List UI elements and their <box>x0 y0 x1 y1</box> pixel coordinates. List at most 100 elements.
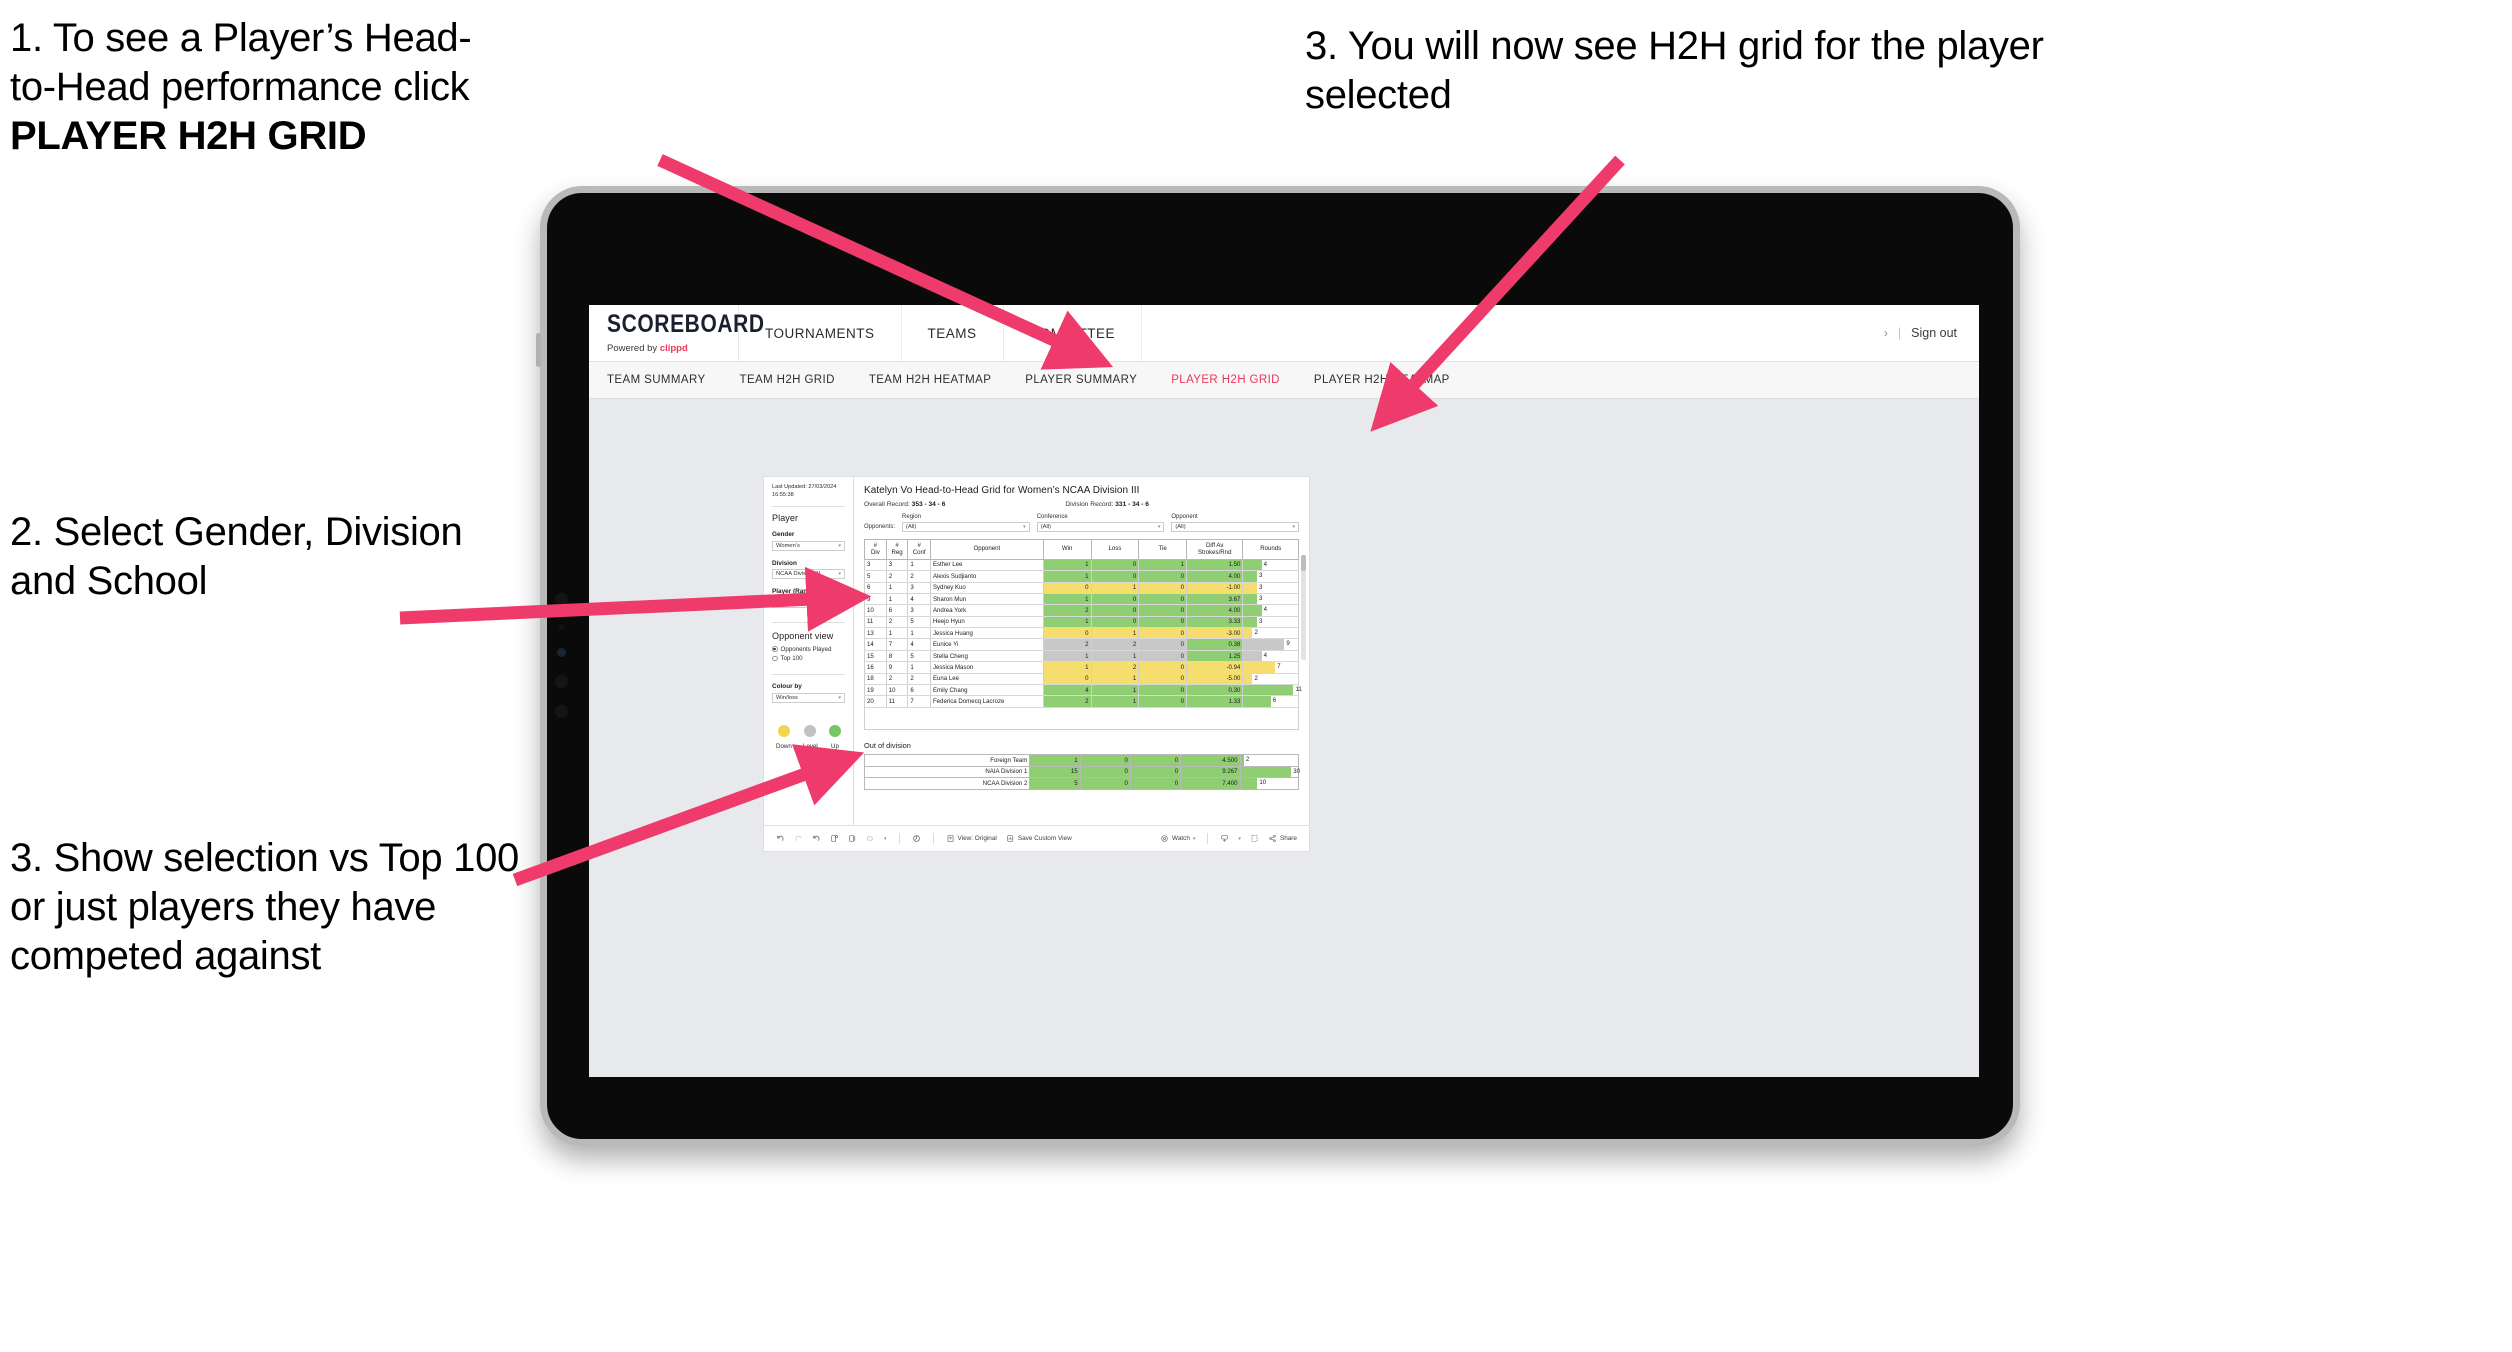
redo-icon[interactable] <box>794 834 803 843</box>
dropdown-conference[interactable]: (All) ▾ <box>1036 521 1165 532</box>
table-row[interactable]: 20 11 7 Federica Domecq Lacroze 2 1 0 1.33 6 <box>864 695 1299 708</box>
scrollbar-thumb[interactable] <box>1301 554 1306 571</box>
legend-swatch-level <box>804 724 817 737</box>
tab-team-h2h-heatmap[interactable]: TEAM H2H HEATMAP <box>869 374 991 386</box>
table-row[interactable]: Foreign Team 1 0 0 4.500 2 <box>863 753 1299 767</box>
device-sensor <box>557 648 566 657</box>
h2h-table-wrapper: # Div # Reg # Conf Opponent Win Loss Tie Diff Av St… <box>864 538 1306 730</box>
toolbar-divider-1 <box>898 833 900 844</box>
watch-icon <box>1160 834 1169 843</box>
toolbar-divider-2 <box>932 833 934 844</box>
tab-player-h2h-heatmap[interactable]: PLAYER H2H HEATMAP <box>1314 374 1450 386</box>
table-cell: 2 <box>907 673 931 686</box>
table-row[interactable]: 5 2 2 Alexis Sudjianto 1 0 0 4.00 3 <box>864 570 1299 583</box>
tab-team-summary[interactable]: TEAM SUMMARY <box>607 374 706 386</box>
pause-updates-icon[interactable] <box>848 834 857 843</box>
watch-button[interactable]: Watch ▾ <box>1160 834 1195 843</box>
table-row[interactable]: 13 1 1 Jessica Huang 0 1 0 -3.00 2 <box>864 627 1299 640</box>
table-cell: 0.38 <box>1185 638 1244 651</box>
dropdown-opponent[interactable]: (All) ▾ <box>1171 521 1299 532</box>
chevron-right-icon[interactable]: › <box>1884 326 1888 340</box>
revert-icon[interactable] <box>812 834 821 843</box>
table-cell: 0 <box>1090 604 1140 617</box>
filter-dropdown-division[interactable]: NCAA Division III ▾ <box>772 569 845 580</box>
header-right: › | Sign out <box>1884 305 1979 361</box>
table-row[interactable]: 15 8 5 Stella Cheng 1 1 0 1.25 4 <box>864 650 1299 663</box>
nav-item-committee[interactable]: COMMITTEE <box>1004 305 1143 361</box>
table-cell: 0 <box>1129 753 1182 767</box>
radio-opponents-played[interactable]: Opponents Played <box>772 646 845 653</box>
filter-value-division: NCAA Division III <box>776 571 821 578</box>
table-row[interactable]: 9 1 4 Sharon Mun 1 0 0 3.67 3 <box>864 593 1299 606</box>
panel-heading-player: Player <box>772 513 799 524</box>
table-scrollbar[interactable] <box>1301 554 1306 660</box>
nav-item-teams[interactable]: TEAMS <box>902 305 1004 361</box>
table-cell: 1 <box>1042 661 1092 674</box>
fullscreen-icon[interactable] <box>1250 834 1259 843</box>
share-button[interactable]: Share <box>1268 834 1297 843</box>
share-label: Share <box>1279 835 1297 842</box>
tab-player-summary[interactable]: PLAYER SUMMARY <box>1025 374 1137 386</box>
filter-dropdown-player-rank[interactable]: 8. Katelyn Vo ▾ <box>772 597 845 608</box>
table-cell: 1 <box>885 582 909 594</box>
dropdown-region[interactable]: (All) ▾ <box>902 521 1030 532</box>
rounds-bar <box>1240 766 1292 778</box>
rounds-bar-cell: 4 <box>1242 604 1299 617</box>
device-dot-4 <box>555 705 568 718</box>
table-cell: 1 <box>885 593 909 606</box>
table-cell: 1 <box>1042 593 1092 606</box>
filter-dropdown-colour-by[interactable]: Win/loss ▾ <box>772 692 845 703</box>
chevron-down-icon[interactable]: ▾ <box>884 836 887 842</box>
opponent-filters-row: Opponents: Region (All) ▾ Conference (Al… <box>864 514 1299 532</box>
refresh-icon[interactable] <box>830 834 839 843</box>
chevron-down-icon: ▾ <box>838 694 841 701</box>
table-cell: NAIA Division 1 <box>863 765 1031 779</box>
rounds-bar-cell: 10 <box>1239 777 1299 791</box>
table-row[interactable]: 19 10 6 Emily Chang 4 1 0 0.30 11 <box>864 684 1302 697</box>
view-original-button[interactable]: View: Original <box>946 834 997 843</box>
table-row[interactable]: 18 2 2 Euna Lee 0 1 0 -5.00 2 <box>864 673 1299 686</box>
tab-team-h2h-grid[interactable]: TEAM H2H GRID <box>740 374 835 386</box>
table-cell: 0 <box>1042 627 1092 640</box>
out-of-division-title: Out of division <box>864 740 911 750</box>
rounds-bar <box>1243 639 1285 650</box>
tab-player-h2h-grid[interactable]: PLAYER H2H GRID <box>1171 374 1280 386</box>
rounds-bar-cell: 9 <box>1242 638 1299 651</box>
rounds-bar <box>1243 628 1253 639</box>
app-logo[interactable]: SCOREBOARD Powered by clippd <box>589 305 764 361</box>
chevron-down-icon[interactable]: ▾ <box>1238 836 1241 842</box>
table-cell: 0 <box>1129 777 1182 791</box>
sign-out-link[interactable]: Sign out <box>1911 326 1957 340</box>
table-cell: 1 <box>1090 627 1140 640</box>
table-row[interactable]: 16 9 1 Jessica Mason 1 2 0 -0.94 7 <box>864 661 1299 674</box>
view-icon <box>946 834 955 843</box>
rounds-value: 4 <box>1263 560 1267 568</box>
legend-swatch-up <box>829 724 841 737</box>
table-row[interactable]: 10 6 3 Andrea York 2 0 0 4.00 4 <box>864 604 1299 617</box>
pause-auto-update-icon[interactable] <box>912 834 921 843</box>
highlight-icon[interactable] <box>866 834 875 843</box>
table-row[interactable]: 3 3 1 Esther Lee 1 0 1 1.50 4 <box>864 559 1299 572</box>
download-icon[interactable] <box>1220 834 1229 843</box>
opponent-filter-conference: Conference (All) ▾ <box>1036 514 1165 532</box>
table-cell: 0 <box>1090 559 1140 572</box>
table-cell: 2 <box>1042 604 1092 617</box>
rounds-bar <box>1243 582 1258 593</box>
radio-top-100[interactable]: Top 100 <box>772 655 845 662</box>
table-cell: 0 <box>1138 650 1187 663</box>
table-cell: 1 <box>885 627 909 640</box>
table-row[interactable]: NAIA Division 1 15 0 0 9.267 30 <box>863 765 1300 779</box>
rounds-bar <box>1243 605 1262 616</box>
table-row[interactable]: NCAA Division 2 5 0 0 7.400 10 <box>863 777 1299 791</box>
table-row[interactable]: 6 1 3 Sydney Kuo 0 1 0 -1.00 3 <box>864 582 1299 594</box>
table-cell: 0 <box>1138 593 1187 606</box>
viz-toolbar: ▾ View: Original Save Custom View Watch … <box>764 825 1309 851</box>
undo-icon[interactable] <box>776 834 785 843</box>
table-row[interactable]: 14 7 4 Eunice Yi 2 2 0 0.38 9 <box>864 638 1299 651</box>
table-row[interactable]: 11 2 5 Heejo Hyun 1 0 0 3.33 3 <box>864 616 1299 629</box>
save-custom-view-button[interactable]: Save Custom View <box>1006 834 1072 843</box>
h2h-col-header: # Conf <box>907 538 931 560</box>
save-view-icon <box>1006 834 1015 843</box>
table-cell: 2 <box>907 570 931 583</box>
filter-dropdown-gender[interactable]: Women’s ▾ <box>772 540 845 551</box>
